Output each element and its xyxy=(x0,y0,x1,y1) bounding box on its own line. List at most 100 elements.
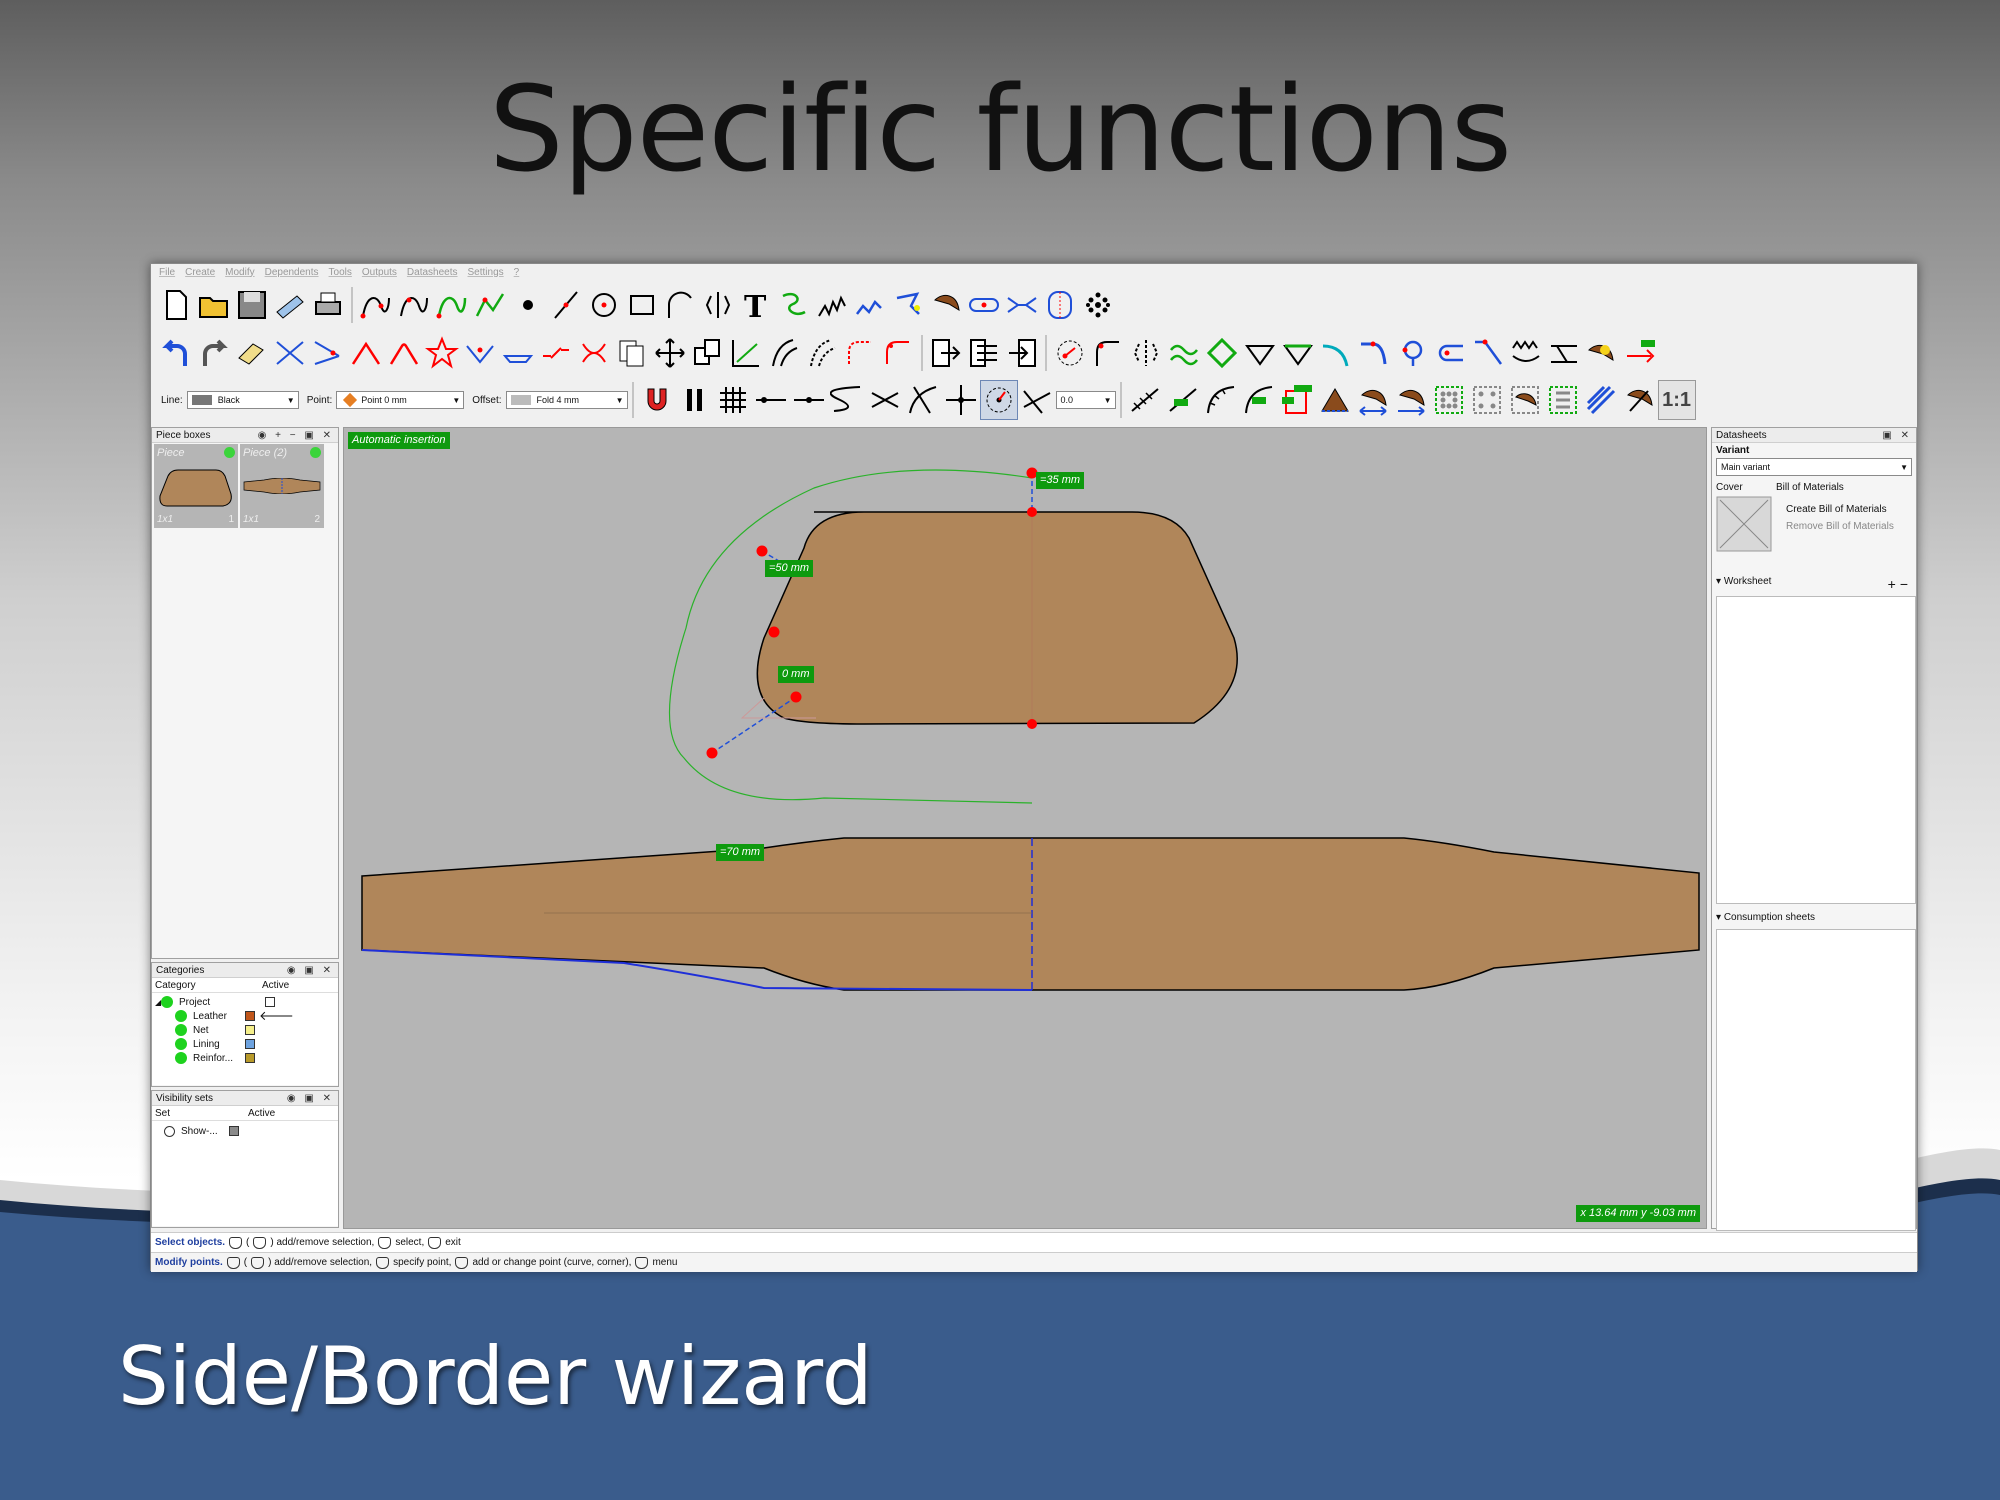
zigzag-tool[interactable] xyxy=(813,285,851,325)
parallel-tool[interactable] xyxy=(803,333,841,373)
snap-curve-toggle[interactable] xyxy=(828,380,866,420)
duplicate-tool[interactable] xyxy=(689,333,727,373)
menu-datasheets[interactable]: Datasheets xyxy=(407,267,458,278)
perforation-tool[interactable] xyxy=(1079,285,1117,325)
spline-tool[interactable] xyxy=(395,285,433,325)
fillet-tool[interactable] xyxy=(841,333,879,373)
angle-select[interactable]: 0.0 ▼ xyxy=(1055,391,1116,409)
piece-2-shape[interactable] xyxy=(361,837,1700,991)
scan-button[interactable] xyxy=(271,285,309,325)
triangle-down-green-tool[interactable] xyxy=(1279,333,1317,373)
piece-view-right-tool[interactable] xyxy=(1392,380,1430,420)
cut-tool[interactable] xyxy=(271,333,309,373)
trim-tool[interactable] xyxy=(309,333,347,373)
consumption-area[interactable] xyxy=(1716,929,1916,1231)
worksheet-header[interactable]: ▾ Worksheet +− xyxy=(1712,576,1916,592)
nesting-piece-tool[interactable] xyxy=(1506,380,1544,420)
notch-tool[interactable] xyxy=(461,333,499,373)
piece-view-tool[interactable] xyxy=(1354,380,1392,420)
menu-tools[interactable]: Tools xyxy=(329,267,352,278)
symmetry-tool[interactable] xyxy=(1127,333,1165,373)
eraser-button[interactable] xyxy=(233,333,271,373)
mirror-tool[interactable] xyxy=(699,285,737,325)
corner-tool[interactable] xyxy=(347,333,385,373)
category-row[interactable]: ◢ Project xyxy=(152,995,338,1009)
category-swatch[interactable] xyxy=(245,1053,255,1063)
round-corner-tool[interactable] xyxy=(385,333,423,373)
nesting-grid-tool[interactable] xyxy=(1430,380,1468,420)
worksheet-area[interactable] xyxy=(1716,596,1916,904)
triangle-down-tool[interactable] xyxy=(1241,333,1279,373)
variant-select[interactable]: Main variant ▼ xyxy=(1716,458,1912,476)
grid-snap-toggle[interactable] xyxy=(714,380,752,420)
menu-modify[interactable]: Modify xyxy=(225,267,254,278)
snap-midpoint-toggle[interactable] xyxy=(790,380,828,420)
panel-controls[interactable]: ▣ ✕ xyxy=(1882,430,1912,441)
connector-tool[interactable] xyxy=(1003,285,1041,325)
strap-tool[interactable] xyxy=(1545,333,1583,373)
snap-center-toggle[interactable] xyxy=(979,380,1018,420)
serration-tool[interactable] xyxy=(1507,333,1545,373)
menu-settings[interactable]: Settings xyxy=(468,267,504,278)
scale-tool[interactable] xyxy=(727,333,765,373)
snap-cross-toggle[interactable] xyxy=(942,380,980,420)
save-file-button[interactable] xyxy=(233,285,271,325)
undo-button[interactable] xyxy=(157,333,195,373)
remove-bom-link[interactable]: Remove Bill of Materials xyxy=(1786,521,1894,532)
stitch-curve-measure-tool[interactable] xyxy=(1240,380,1278,420)
radio-button[interactable] xyxy=(164,1125,175,1137)
category-swatch[interactable] xyxy=(245,1011,255,1021)
menu-file[interactable]: File xyxy=(159,267,175,278)
consumption-header[interactable]: ▾ Consumption sheets xyxy=(1712,904,1916,925)
dimension-label[interactable]: 0 mm xyxy=(778,666,814,683)
point-style-select[interactable]: Point 0 mm ▼ xyxy=(336,391,465,409)
dimension-label[interactable]: =50 mm xyxy=(765,560,814,577)
menu-outputs[interactable]: Outputs xyxy=(362,267,397,278)
import-tool[interactable] xyxy=(1003,333,1041,373)
snap-angle-toggle[interactable] xyxy=(1018,380,1056,420)
copy-button[interactable] xyxy=(613,333,651,373)
polyline-tool[interactable] xyxy=(471,285,509,325)
new-file-button[interactable] xyxy=(157,285,195,325)
spring-tool[interactable] xyxy=(775,285,813,325)
menu-dependents[interactable]: Dependents xyxy=(265,267,319,278)
text-tool[interactable]: T xyxy=(737,285,775,325)
stitch-measure-tool[interactable] xyxy=(1164,380,1202,420)
stitch-line-tool[interactable] xyxy=(1126,380,1164,420)
cover-placeholder-icon[interactable] xyxy=(1716,496,1772,552)
open-file-button[interactable] xyxy=(195,285,233,325)
line-tool[interactable] xyxy=(547,285,585,325)
chamfer-tool[interactable] xyxy=(879,333,917,373)
category-row[interactable]: Net xyxy=(152,1023,338,1037)
snap-endpoint-toggle[interactable] xyxy=(752,380,790,420)
panel-controls[interactable]: ◉ ▣ ✕ xyxy=(287,965,334,976)
piece-thumbnail[interactable]: Piece (2) 1x1 2 xyxy=(240,444,324,528)
dimension-label[interactable]: =35 mm xyxy=(1036,472,1085,489)
panel-controls[interactable]: ◉ + − ▣ ✕ xyxy=(258,430,334,441)
star-tool[interactable] xyxy=(423,333,461,373)
arc-modify-tool[interactable] xyxy=(1089,333,1127,373)
diamond-tool[interactable] xyxy=(1203,333,1241,373)
menu-help[interactable]: ? xyxy=(514,267,520,278)
menu-create[interactable]: Create xyxy=(185,267,215,278)
create-bom-link[interactable]: Create Bill of Materials xyxy=(1786,504,1894,515)
category-swatch[interactable] xyxy=(245,1025,255,1035)
curve-cyan-tool[interactable] xyxy=(1317,333,1355,373)
worksheet-add-remove[interactable]: +− xyxy=(1888,576,1912,592)
move-tool[interactable] xyxy=(651,333,689,373)
line-style-select[interactable]: Black ▼ xyxy=(186,391,299,409)
piece-thumbnail[interactable]: Piece 1x1 1 xyxy=(154,444,238,528)
border-wizard-tool[interactable] xyxy=(1278,380,1316,420)
loop-tool[interactable] xyxy=(1393,333,1431,373)
visibility-row[interactable]: Show-... xyxy=(152,1124,338,1138)
redo-button[interactable] xyxy=(195,333,233,373)
pause-toggle[interactable] xyxy=(676,380,714,420)
category-row[interactable]: Reinfor... xyxy=(152,1051,338,1065)
fold-tool[interactable] xyxy=(889,285,927,325)
join-tool[interactable] xyxy=(575,333,613,373)
dimension-label[interactable]: =70 mm xyxy=(716,844,765,861)
snap-tangent-toggle[interactable] xyxy=(904,380,942,420)
diagonal-fill-tool[interactable] xyxy=(1582,380,1620,420)
boat-tool[interactable] xyxy=(499,333,537,373)
stitch-tool[interactable] xyxy=(851,285,889,325)
